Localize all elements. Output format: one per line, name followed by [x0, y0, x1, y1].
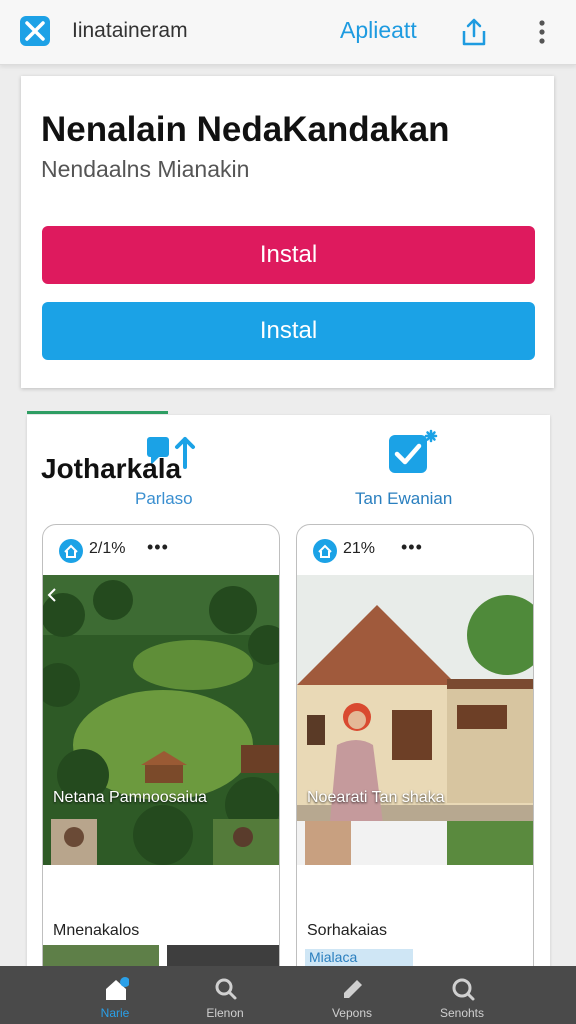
battery-percent: 2/1% [89, 540, 126, 557]
search-icon [213, 976, 239, 1002]
home-icon [313, 539, 337, 563]
section-title: Jotharkala [41, 453, 182, 484]
more-options-icon[interactable] [534, 16, 550, 48]
screenshot-caption: Noearati Tan shaka [307, 789, 445, 806]
phone-status-bar: 21% ••• [297, 525, 533, 575]
nav-item-elenon[interactable]: Elenon [175, 966, 275, 1024]
bottom-navigation: Narie Elenon Vepons Senohts [0, 966, 576, 1024]
nav-item-vepons[interactable]: Vepons [302, 966, 402, 1024]
traditional-house-image [297, 575, 533, 865]
app-name: Nenalain NedaKandakan [41, 110, 450, 149]
application-link[interactable]: Aplieatt [340, 17, 417, 44]
active-tab-indicator [27, 411, 168, 414]
top-bar-title: Iinataineram [72, 19, 188, 42]
home-icon [59, 539, 83, 563]
screenshots-section: Jotharkala Parlaso Tan Ewanian 2/1% ••• [27, 415, 550, 975]
screenshot-card-house[interactable]: 21% ••• Noearati Tan shaka Sorhakaias Mi… [296, 524, 534, 975]
village-aerial-image [43, 575, 279, 865]
nav-item-senohts[interactable]: Senohts [412, 966, 512, 1024]
app-subtitle: Nendaalns Mianakin [41, 156, 250, 182]
nav-label: Narie [100, 1006, 130, 1020]
top-bar: Iinataineram Aplieatt [0, 0, 576, 65]
tab-parlaso[interactable]: Parlaso [135, 489, 193, 509]
more-dots-icon[interactable]: ••• [147, 537, 169, 558]
install-button-primary[interactable]: Instal [42, 226, 535, 284]
screenshot-footer-label: Mnenakalos [53, 922, 140, 939]
app-logo-icon[interactable] [20, 16, 50, 46]
battery-percent: 21% [343, 540, 376, 557]
nav-label: Elenon [206, 1006, 244, 1020]
share-icon[interactable] [458, 16, 490, 48]
nav-label: Vepons [331, 1006, 373, 1020]
edit-icon [340, 976, 366, 1002]
screenshot-card-village[interactable]: 2/1% ••• Netana Pamnoosaiua Mnenakalos [42, 524, 280, 975]
install-button-secondary[interactable]: Instal [42, 302, 535, 360]
screenshot-footer-label: Sorhakaias [307, 922, 388, 939]
tab-tan-ewanian[interactable]: Tan Ewanian [355, 489, 452, 509]
nav-label: Senohts [439, 1006, 485, 1020]
checkbox-icon[interactable] [385, 429, 441, 477]
nav-item-home[interactable]: Narie [65, 966, 165, 1024]
app-header-card: Nenalain NedaKandakan Nendaalns Mianakin… [21, 76, 554, 388]
screenshot-caption: Netana Pamnoosaiua [53, 789, 207, 806]
more-dots-icon[interactable]: ••• [401, 537, 423, 558]
home-icon [103, 976, 130, 1002]
search-icon [450, 976, 476, 1002]
phone-status-bar: 2/1% ••• [43, 525, 279, 575]
